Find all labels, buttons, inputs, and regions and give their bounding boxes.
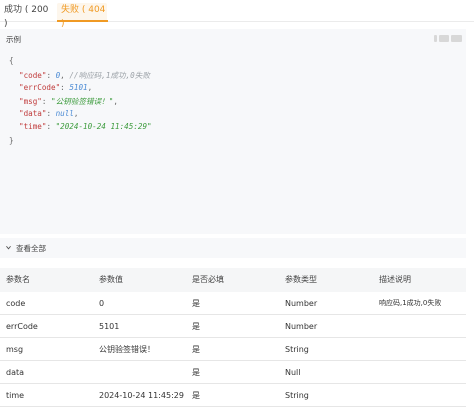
table-row: data 是 Null bbox=[0, 361, 466, 384]
json-value: null bbox=[55, 109, 74, 118]
tab-fail[interactable]: 失败 ( 404 ) bbox=[57, 3, 107, 29]
header-description: 描述说明 bbox=[379, 275, 411, 284]
json-value: "2024-10-24 11:45:29" bbox=[55, 122, 152, 131]
param-name: data bbox=[6, 368, 25, 377]
table-row: errCode 5101 是 Number bbox=[0, 315, 466, 338]
param-required: 是 bbox=[192, 322, 200, 331]
table-row: time 2024-10-24 11:45:29 是 String bbox=[0, 384, 466, 407]
param-value: 0 bbox=[99, 299, 105, 308]
code-line-errcode: "errCode": 5101, bbox=[19, 83, 93, 92]
json-key: "time" bbox=[19, 122, 47, 131]
json-key: "errCode" bbox=[19, 83, 61, 92]
open-brace: { bbox=[9, 56, 14, 65]
json-value: "公钥验签错误！" bbox=[51, 97, 114, 106]
json-key: "msg" bbox=[19, 97, 42, 106]
param-value: 公钥验签错误！ bbox=[99, 345, 155, 354]
header-param-value: 参数值 bbox=[99, 275, 123, 284]
param-required: 是 bbox=[192, 299, 200, 308]
json-comment: //响应码,1成功,0失败 bbox=[69, 71, 150, 80]
param-name: msg bbox=[6, 345, 24, 354]
param-type: Number bbox=[285, 299, 318, 308]
param-required: 是 bbox=[192, 368, 200, 377]
header-param-type: 参数类型 bbox=[285, 275, 317, 284]
param-type: Null bbox=[285, 368, 301, 377]
active-tab-indicator bbox=[57, 20, 108, 22]
code-line-time: "time": "2024-10-24 11:45:29" bbox=[19, 122, 152, 131]
param-name: errCode bbox=[6, 322, 38, 331]
param-name: code bbox=[6, 299, 26, 308]
copy-icon[interactable] bbox=[434, 33, 462, 44]
code-line-msg: "msg": "公钥验签错误！", bbox=[19, 97, 118, 106]
json-key: "code" bbox=[19, 71, 47, 80]
code-line-code: "code": 0, //响应码,1成功,0失败 bbox=[19, 71, 150, 80]
header-param-name: 参数名 bbox=[6, 275, 30, 284]
tab-success[interactable]: 成功 ( 200 ) bbox=[4, 3, 50, 29]
param-required: 是 bbox=[192, 345, 200, 354]
code-block: { "code": 0, //响应码,1成功,0失败 "errCode": 51… bbox=[0, 48, 466, 234]
param-description: 响应码,1成功,0失败 bbox=[379, 299, 442, 307]
param-value: 2024-10-24 11:45:29 bbox=[99, 391, 184, 400]
param-value: 5101 bbox=[99, 322, 120, 331]
param-type: String bbox=[285, 345, 309, 354]
param-name: time bbox=[6, 391, 25, 400]
example-label: 示例 bbox=[6, 35, 21, 44]
table-header-row: 参数名 参数值 是否必填 参数类型 描述说明 bbox=[0, 268, 466, 292]
param-type: String bbox=[285, 391, 309, 400]
chevron-down-icon bbox=[6, 245, 11, 250]
param-required: 是 bbox=[192, 391, 200, 400]
code-line-data: "data": null, bbox=[19, 109, 79, 118]
table-row: code 0 是 Number 响应码,1成功,0失败 bbox=[0, 292, 466, 315]
expand-all-toggle[interactable]: 查看全部 bbox=[0, 238, 466, 258]
param-type: Number bbox=[285, 322, 318, 331]
example-header: 示例 bbox=[0, 29, 466, 48]
header-required: 是否必填 bbox=[192, 275, 224, 284]
table-row: msg 公钥验签错误！ 是 String bbox=[0, 338, 466, 361]
expand-all-label: 查看全部 bbox=[16, 244, 46, 253]
close-brace: } bbox=[9, 136, 14, 145]
json-key: "data" bbox=[19, 109, 47, 118]
response-tabs: 成功 ( 200 ) 失败 ( 404 ) bbox=[0, 0, 474, 29]
json-value: 5101 bbox=[69, 83, 88, 92]
